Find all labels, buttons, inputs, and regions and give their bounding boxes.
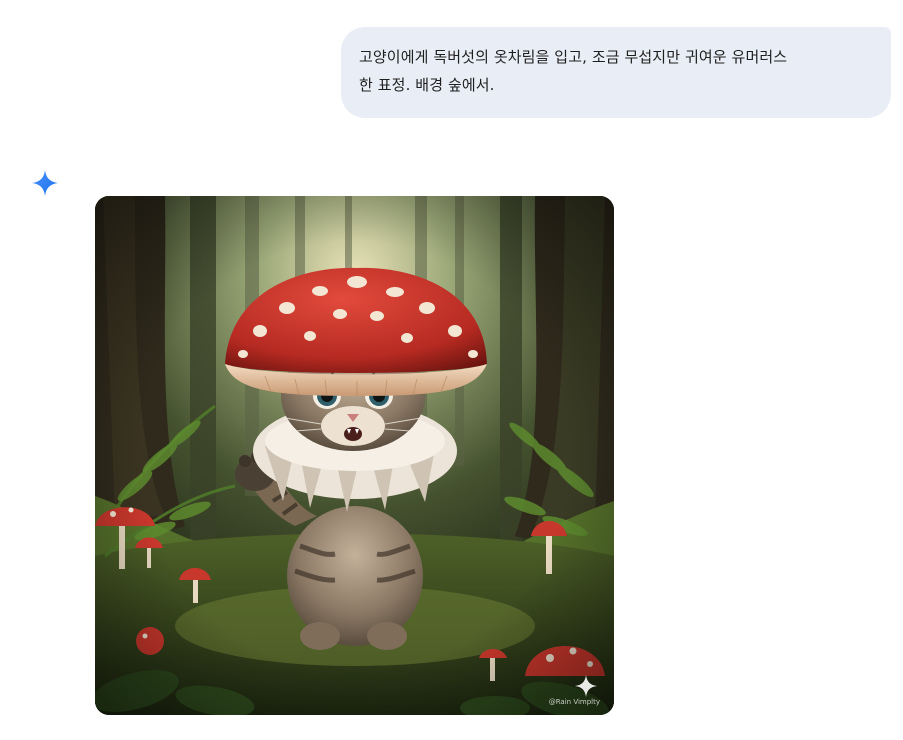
generated-image[interactable]: @Rain Vimplty xyxy=(95,196,614,715)
gemini-spark-icon xyxy=(31,169,59,197)
user-message-line-1: 고양이에게 독버섯의 옷차림을 입고, 조금 무섭지만 귀여운 유머러스 xyxy=(359,48,788,66)
image-watermark: @Rain Vimplty xyxy=(548,698,600,706)
sparkle-icon xyxy=(574,674,598,698)
generated-image-artwork xyxy=(95,196,614,715)
user-message-line-2: 한 표정. 배경 숲에서. xyxy=(359,76,495,94)
user-message-bubble: 고양이에게 독버섯의 옷차림을 입고, 조금 무섭지만 귀여운 유머러스 한 표… xyxy=(341,27,891,118)
